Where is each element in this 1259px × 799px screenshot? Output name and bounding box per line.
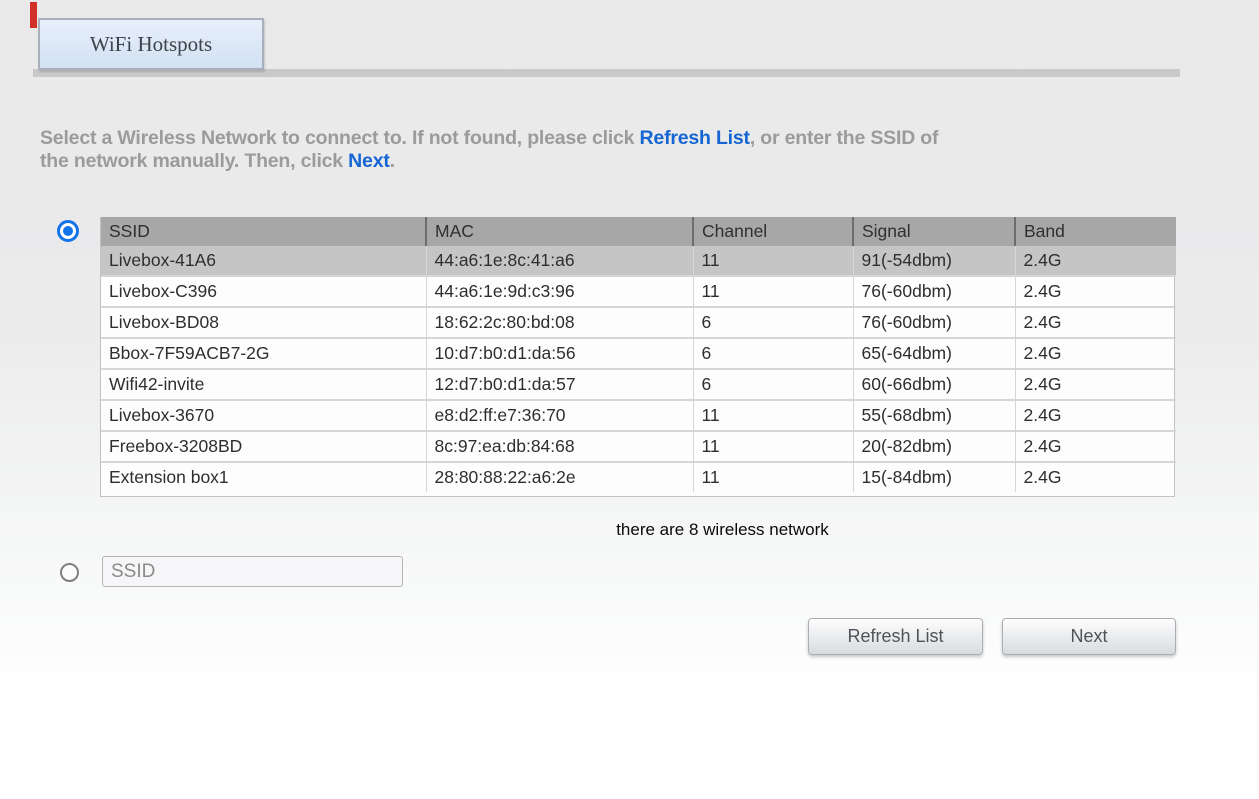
cell-mac: 12:d7:b0:d1:da:57 <box>426 369 693 400</box>
table-row[interactable]: Livebox-C396 44:a6:1e:9d:c3:96 11 76(-60… <box>101 276 1176 307</box>
next-link[interactable]: Next <box>348 150 389 172</box>
cell-band: 2.4G <box>1015 400 1176 431</box>
cell-ssid: Livebox-BD08 <box>101 307 426 338</box>
cell-channel: 11 <box>693 400 853 431</box>
table-row[interactable]: Wifi42-invite 12:d7:b0:d1:da:57 6 60(-66… <box>101 369 1176 400</box>
cell-channel: 11 <box>693 246 853 276</box>
red-marker <box>30 2 37 28</box>
cell-channel: 11 <box>693 462 853 492</box>
cell-signal: 76(-60dbm) <box>853 307 1015 338</box>
table-row[interactable]: Bbox-7F59ACB7-2G 10:d7:b0:d1:da:56 6 65(… <box>101 338 1176 369</box>
cell-signal: 76(-60dbm) <box>853 276 1015 307</box>
next-button[interactable]: Next <box>1002 618 1176 655</box>
cell-signal: 65(-64dbm) <box>853 338 1015 369</box>
cell-channel: 11 <box>693 276 853 307</box>
cell-mac: 44:a6:1e:9d:c3:96 <box>426 276 693 307</box>
cell-signal: 15(-84dbm) <box>853 462 1015 492</box>
cell-band: 2.4G <box>1015 369 1176 400</box>
cell-mac: e8:d2:ff:e7:36:70 <box>426 400 693 431</box>
table-row[interactable]: Extension box1 28:80:88:22:a6:2e 11 15(-… <box>101 462 1176 492</box>
table-row[interactable]: Livebox-BD08 18:62:2c:80:bd:08 6 76(-60d… <box>101 307 1176 338</box>
cell-ssid: Livebox-C396 <box>101 276 426 307</box>
cell-signal: 20(-82dbm) <box>853 431 1015 462</box>
cell-band: 2.4G <box>1015 276 1176 307</box>
table-row[interactable]: Livebox-41A6 44:a6:1e:8c:41:a6 11 91(-54… <box>101 246 1176 276</box>
cell-channel: 6 <box>693 338 853 369</box>
network-table-body: Livebox-41A6 44:a6:1e:8c:41:a6 11 91(-54… <box>101 246 1176 492</box>
tab-divider-bar <box>33 69 1180 77</box>
cell-signal: 60(-66dbm) <box>853 369 1015 400</box>
table-row[interactable]: Freebox-3208BD 8c:97:ea:db:84:68 11 20(-… <box>101 431 1176 462</box>
cell-mac: 8c:97:ea:db:84:68 <box>426 431 693 462</box>
refresh-list-link[interactable]: Refresh List <box>640 127 750 149</box>
network-table: SSID MAC Channel Signal Band Livebox-41A… <box>100 217 1175 497</box>
refresh-list-button[interactable]: Refresh List <box>808 618 983 655</box>
cell-band: 2.4G <box>1015 462 1176 492</box>
instruction-line-1: Select a Wireless Network to connect to.… <box>40 127 1230 150</box>
cell-channel: 6 <box>693 369 853 400</box>
manual-ssid-radio[interactable] <box>60 563 79 582</box>
instruction-segment: the network manually. Then, click <box>40 150 348 172</box>
cell-channel: 11 <box>693 431 853 462</box>
cell-ssid: Livebox-3670 <box>101 400 426 431</box>
column-header-channel: Channel <box>693 217 853 246</box>
column-header-mac: MAC <box>426 217 693 246</box>
cell-signal: 91(-54dbm) <box>853 246 1015 276</box>
tab-wifi-hotspots[interactable]: WiFi Hotspots <box>38 18 264 70</box>
ssid-input[interactable] <box>102 556 403 587</box>
cell-band: 2.4G <box>1015 307 1176 338</box>
cell-ssid: Freebox-3208BD <box>101 431 426 462</box>
cell-mac: 10:d7:b0:d1:da:56 <box>426 338 693 369</box>
column-header-ssid: SSID <box>101 217 426 246</box>
column-header-signal: Signal <box>853 217 1015 246</box>
cell-ssid: Bbox-7F59ACB7-2G <box>101 338 426 369</box>
cell-ssid: Wifi42-invite <box>101 369 426 400</box>
instruction-segment: . <box>390 150 395 172</box>
instruction-text: Select a Wireless Network to connect to.… <box>40 127 1230 173</box>
network-list-radio[interactable] <box>57 220 79 242</box>
network-count-text: there are 8 wireless network <box>100 520 1175 540</box>
tab-label: WiFi Hotspots <box>90 32 212 57</box>
cell-mac: 44:a6:1e:8c:41:a6 <box>426 246 693 276</box>
cell-signal: 55(-68dbm) <box>853 400 1015 431</box>
cell-ssid: Livebox-41A6 <box>101 246 426 276</box>
table-header-row: SSID MAC Channel Signal Band <box>101 217 1176 246</box>
cell-ssid: Extension box1 <box>101 462 426 492</box>
table-row[interactable]: Livebox-3670 e8:d2:ff:e7:36:70 11 55(-68… <box>101 400 1176 431</box>
cell-channel: 6 <box>693 307 853 338</box>
cell-band: 2.4G <box>1015 338 1176 369</box>
column-header-band: Band <box>1015 217 1176 246</box>
instruction-segment: Select a Wireless Network to connect to.… <box>40 127 640 149</box>
cell-band: 2.4G <box>1015 431 1176 462</box>
instruction-segment: , or enter the SSID of <box>750 127 938 149</box>
cell-mac: 18:62:2c:80:bd:08 <box>426 307 693 338</box>
cell-mac: 28:80:88:22:a6:2e <box>426 462 693 492</box>
instruction-line-2: the network manually. Then, click Next. <box>40 150 1230 173</box>
cell-band: 2.4G <box>1015 246 1176 276</box>
